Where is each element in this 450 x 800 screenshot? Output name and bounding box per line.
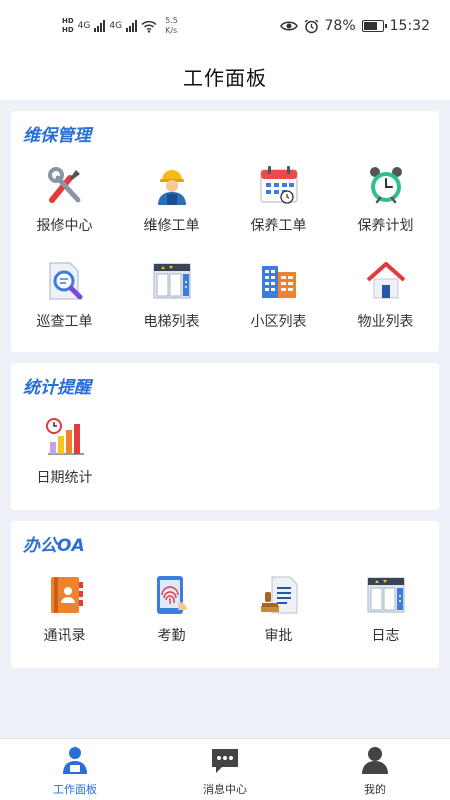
grid-item-label: 审批 bbox=[264, 628, 293, 644]
grid-item-label: 日期统计 bbox=[36, 470, 93, 486]
grid-item-label: 报修中心 bbox=[36, 218, 93, 234]
alarm-clock-icon bbox=[364, 163, 408, 207]
section-office-oa: 办公OA 通讯录 考勤 审批 日志 bbox=[11, 521, 439, 668]
bottom-tab-bar: 工作面板 消息中心 我的 bbox=[0, 738, 450, 800]
eye-icon bbox=[279, 21, 298, 31]
tools-icon bbox=[43, 163, 87, 207]
speed-unit: K/s bbox=[165, 26, 178, 35]
bar-chart-clock-icon bbox=[43, 415, 87, 459]
battery-percent: 78% bbox=[324, 18, 356, 34]
alarm-icon bbox=[304, 18, 318, 33]
section-statistics: 统计提醒 日期统计 bbox=[11, 363, 439, 510]
user-icon bbox=[360, 745, 390, 775]
grid-item-repair-orders[interactable]: 维修工单 bbox=[118, 163, 225, 259]
grid-item-label: 保养计划 bbox=[357, 218, 414, 234]
workbench-icon bbox=[60, 745, 90, 775]
signal-icon bbox=[94, 20, 106, 32]
tab-label: 消息中心 bbox=[203, 783, 247, 796]
tab-workbench[interactable]: 工作面板 bbox=[0, 739, 150, 800]
battery-icon bbox=[361, 20, 387, 32]
network-label-2: 4G bbox=[109, 21, 123, 31]
section-grid: 通讯录 考勤 审批 日志 bbox=[11, 573, 439, 669]
message-icon bbox=[210, 745, 240, 775]
grid-item-label: 小区列表 bbox=[250, 314, 307, 330]
grid-item-date-statistics[interactable]: 日期统计 bbox=[11, 415, 118, 511]
grid-item-label: 通讯录 bbox=[43, 628, 86, 644]
signal-icon-2 bbox=[126, 20, 138, 32]
section-title: 维保管理 bbox=[23, 126, 91, 146]
status-left: HD HD 4G 4G 5.5 K/s bbox=[62, 16, 178, 36]
section-title: 统计提醒 bbox=[23, 378, 91, 398]
wifi-icon bbox=[141, 20, 157, 33]
calendar-icon bbox=[257, 163, 301, 207]
status-right: 78% 15:32 bbox=[279, 18, 430, 34]
elevator-icon bbox=[150, 259, 194, 303]
grid-item-maintenance-plan[interactable]: 保养计划 bbox=[332, 163, 439, 259]
network-speed: 5.5 K/s bbox=[165, 16, 178, 36]
fingerprint-icon bbox=[150, 573, 194, 617]
grid-item-elevator-list[interactable]: 电梯列表 bbox=[118, 259, 225, 355]
grid-item-label: 日志 bbox=[371, 628, 400, 644]
grid-item-label: 考勤 bbox=[157, 628, 186, 644]
grid-item-label: 物业列表 bbox=[357, 314, 414, 330]
hd-label-1: HD bbox=[62, 17, 74, 25]
grid-item-approval[interactable]: 审批 bbox=[225, 573, 332, 669]
section-maintenance: 维保管理 报修中心 维修工单 保养工单 保养计划 巡查工单 电梯列表 小区列表 … bbox=[11, 111, 439, 352]
grid-item-property-list[interactable]: 物业列表 bbox=[332, 259, 439, 355]
grid-item-contacts[interactable]: 通讯录 bbox=[11, 573, 118, 669]
buildings-icon bbox=[257, 259, 301, 303]
battery-fill bbox=[363, 22, 377, 30]
grid-item-label: 保养工单 bbox=[250, 218, 307, 234]
stamp-document-icon bbox=[257, 573, 301, 617]
hd-indicator: HD HD bbox=[62, 17, 74, 35]
grid-item-label: 电梯列表 bbox=[143, 314, 200, 330]
grid-item-maintenance-orders[interactable]: 保养工单 bbox=[225, 163, 332, 259]
grid-item-label: 维修工单 bbox=[143, 218, 200, 234]
grid-item-patrol-orders[interactable]: 巡查工单 bbox=[11, 259, 118, 355]
elevator-log-icon bbox=[364, 573, 408, 617]
clock-time: 15:32 bbox=[389, 18, 430, 34]
tab-profile[interactable]: 我的 bbox=[300, 739, 450, 800]
grid-item-log[interactable]: 日志 bbox=[332, 573, 439, 669]
house-icon bbox=[364, 259, 408, 303]
page-title: 工作面板 bbox=[183, 65, 267, 90]
grid-item-community-list[interactable]: 小区列表 bbox=[225, 259, 332, 355]
tab-label: 工作面板 bbox=[53, 783, 97, 796]
document-search-icon bbox=[43, 259, 87, 303]
section-grid: 日期统计 bbox=[11, 415, 439, 511]
tab-messages[interactable]: 消息中心 bbox=[150, 739, 300, 800]
grid-item-repair-center[interactable]: 报修中心 bbox=[11, 163, 118, 259]
header: 工作面板 bbox=[0, 52, 450, 100]
hd-label-2: HD bbox=[62, 26, 74, 34]
speed-value: 5.5 bbox=[165, 16, 178, 25]
grid-item-label: 巡查工单 bbox=[36, 314, 93, 330]
section-grid: 报修中心 维修工单 保养工单 保养计划 巡查工单 电梯列表 小区列表 物业列表 bbox=[11, 163, 439, 355]
contacts-book-icon bbox=[43, 573, 87, 617]
worker-icon bbox=[150, 163, 194, 207]
network-label-1: 4G bbox=[77, 21, 91, 31]
tab-label: 我的 bbox=[364, 783, 386, 796]
section-title: 办公OA bbox=[23, 536, 85, 556]
status-bar: HD HD 4G 4G 5.5 K/s 78% 15:32 bbox=[0, 0, 450, 52]
grid-item-attendance[interactable]: 考勤 bbox=[118, 573, 225, 669]
